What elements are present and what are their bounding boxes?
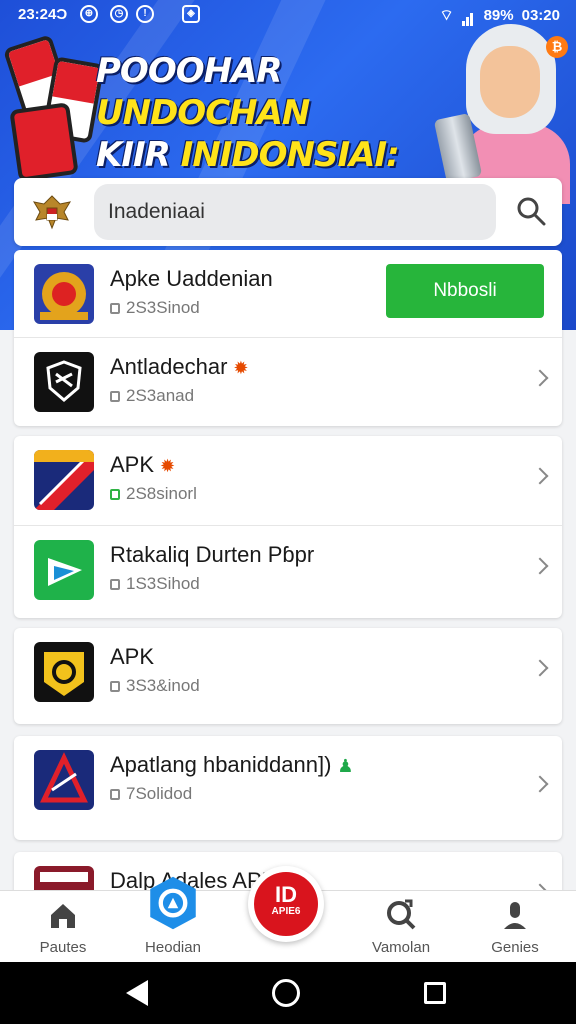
fab-small-text: APIE6 [271, 906, 301, 917]
app-meta: 1S3Sihod [110, 574, 200, 594]
app-list-card: APK ✹ 2S8sinorl Rtakaliq Durten Pɓpr 1S3S… [14, 436, 562, 618]
search-input[interactable] [94, 184, 496, 240]
wifi-icon: ⌔ [439, 7, 454, 24]
status-time: 23:24Ɔ [18, 6, 68, 23]
nav-label: Vamolan [371, 939, 431, 956]
nav-games[interactable]: Genies [460, 891, 570, 963]
nav-home[interactable]: Pautes [8, 891, 118, 963]
app-screen: 23:24Ɔ ⊕ ◷ ! ◈ ⌔ 89% 03:20 POOOHAR UNDOC… [0, 0, 576, 1024]
app-name: Apatlang hbaniddann]) ♟ [110, 752, 354, 777]
home-icon [51, 904, 75, 928]
chevron-right-icon[interactable] [531, 775, 549, 793]
banner-title: POOOHAR UNDOCHAN KIIR INIDONSIAI: [96, 50, 456, 176]
signal-icon [461, 9, 476, 26]
app-name: Apke Uaddenian [110, 266, 273, 291]
list-item[interactable]: Rtakaliq Durten Pɓpr 1S3Sihod [14, 526, 562, 618]
flag-phones-graphic [2, 30, 105, 182]
lock-icon [110, 789, 120, 800]
list-item[interactable]: Antladechar ✹ 2S3anad [14, 338, 562, 426]
lock-icon [110, 303, 120, 314]
list-item[interactable]: APK ✹ 2S8sinorl [14, 436, 562, 526]
app-meta: 3S3&inod [110, 676, 200, 696]
search-card [14, 178, 562, 246]
center-action-badge: ID APIE6 [254, 872, 318, 936]
download-button[interactable]: Nbbosli [386, 264, 544, 318]
nav-label: Heodian [145, 939, 201, 956]
chevron-right-icon[interactable] [531, 369, 549, 387]
list-item[interactable]: Apke Uaddenian 2S3Sinod Nbbosli [14, 250, 562, 338]
alert-icon: ! [136, 5, 154, 23]
app-meta: 2S3anad [110, 386, 194, 406]
app-icon-arrow [34, 450, 94, 510]
list-item[interactable]: Apatlang hbaniddann]) ♟ 7Solidod [14, 736, 562, 840]
chevron-right-icon[interactable] [531, 659, 549, 677]
system-navigation-bar [0, 962, 576, 1024]
app-list-card: APK 3S3&inod [14, 628, 562, 724]
app-icon-badge [34, 642, 94, 702]
app-meta: 7Solidod [110, 784, 192, 804]
lock-icon [110, 579, 120, 590]
app-name: Rtakaliq Durten Pɓpr [110, 542, 315, 567]
pawn-icon: ♟ [337, 755, 354, 776]
search-icon[interactable] [516, 196, 546, 226]
app-list-card: Apke Uaddenian 2S3Sinod Nbbosli Antladec… [14, 250, 562, 426]
app-icon-emblem [34, 264, 94, 324]
nav-search[interactable]: Vamolan [346, 891, 456, 963]
home-circle-icon[interactable] [272, 979, 300, 1007]
banner-title-1b: UNDOCHAN [96, 93, 310, 133]
sun-icon: ✹ [160, 455, 176, 476]
sun-icon: ✹ [233, 357, 249, 378]
battery-level: 89% [483, 7, 514, 24]
coin-badge[interactable]: ₿ [546, 36, 568, 58]
garuda-emblem-icon [32, 195, 72, 230]
lock-icon [110, 489, 120, 500]
status-right: ⌔ 89% 03:20 [439, 6, 560, 26]
app-list-card: Apatlang hbaniddann]) ♟ 7Solidod [14, 736, 562, 840]
app-icon-triangle [34, 750, 94, 810]
app-name: APK ✹ [110, 452, 176, 477]
recents-icon[interactable] [424, 982, 446, 1004]
center-action-button[interactable]: ID APIE6 [248, 866, 324, 942]
back-icon[interactable] [126, 980, 148, 1006]
app-meta: 2S8sinorl [110, 484, 197, 504]
app-meta: 2S3Sinod [110, 298, 200, 318]
nav-label: Pautes [39, 939, 87, 956]
banner-title-2b: INIDONSIAI: [180, 135, 400, 175]
lock-icon [110, 391, 120, 402]
lock-icon [110, 681, 120, 692]
nav-discover[interactable]: Heodian [118, 876, 228, 963]
clock-icon: ◷ [110, 5, 128, 23]
banner-title-1a: POOOHAR [96, 51, 283, 91]
status-time-right: 03:20 [521, 7, 560, 24]
fab-big-text: ID [275, 882, 297, 907]
shield-icon: ◈ [182, 5, 200, 23]
magnifier-icon [387, 899, 416, 930]
app-icon-shield [34, 352, 94, 412]
app-name: Antladechar ✹ [110, 354, 249, 379]
chevron-right-icon[interactable] [531, 557, 549, 575]
nav-label: Genies [491, 939, 539, 956]
app-icon-play [34, 540, 94, 600]
notification-icon: ⊕ [80, 5, 98, 23]
app-name: APK [110, 644, 155, 669]
person-icon [504, 902, 526, 929]
list-item[interactable]: APK 3S3&inod [14, 628, 562, 724]
chevron-right-icon[interactable] [531, 467, 549, 485]
banner-title-2a: KIIR [96, 135, 181, 175]
compass-badge-icon [150, 876, 196, 930]
